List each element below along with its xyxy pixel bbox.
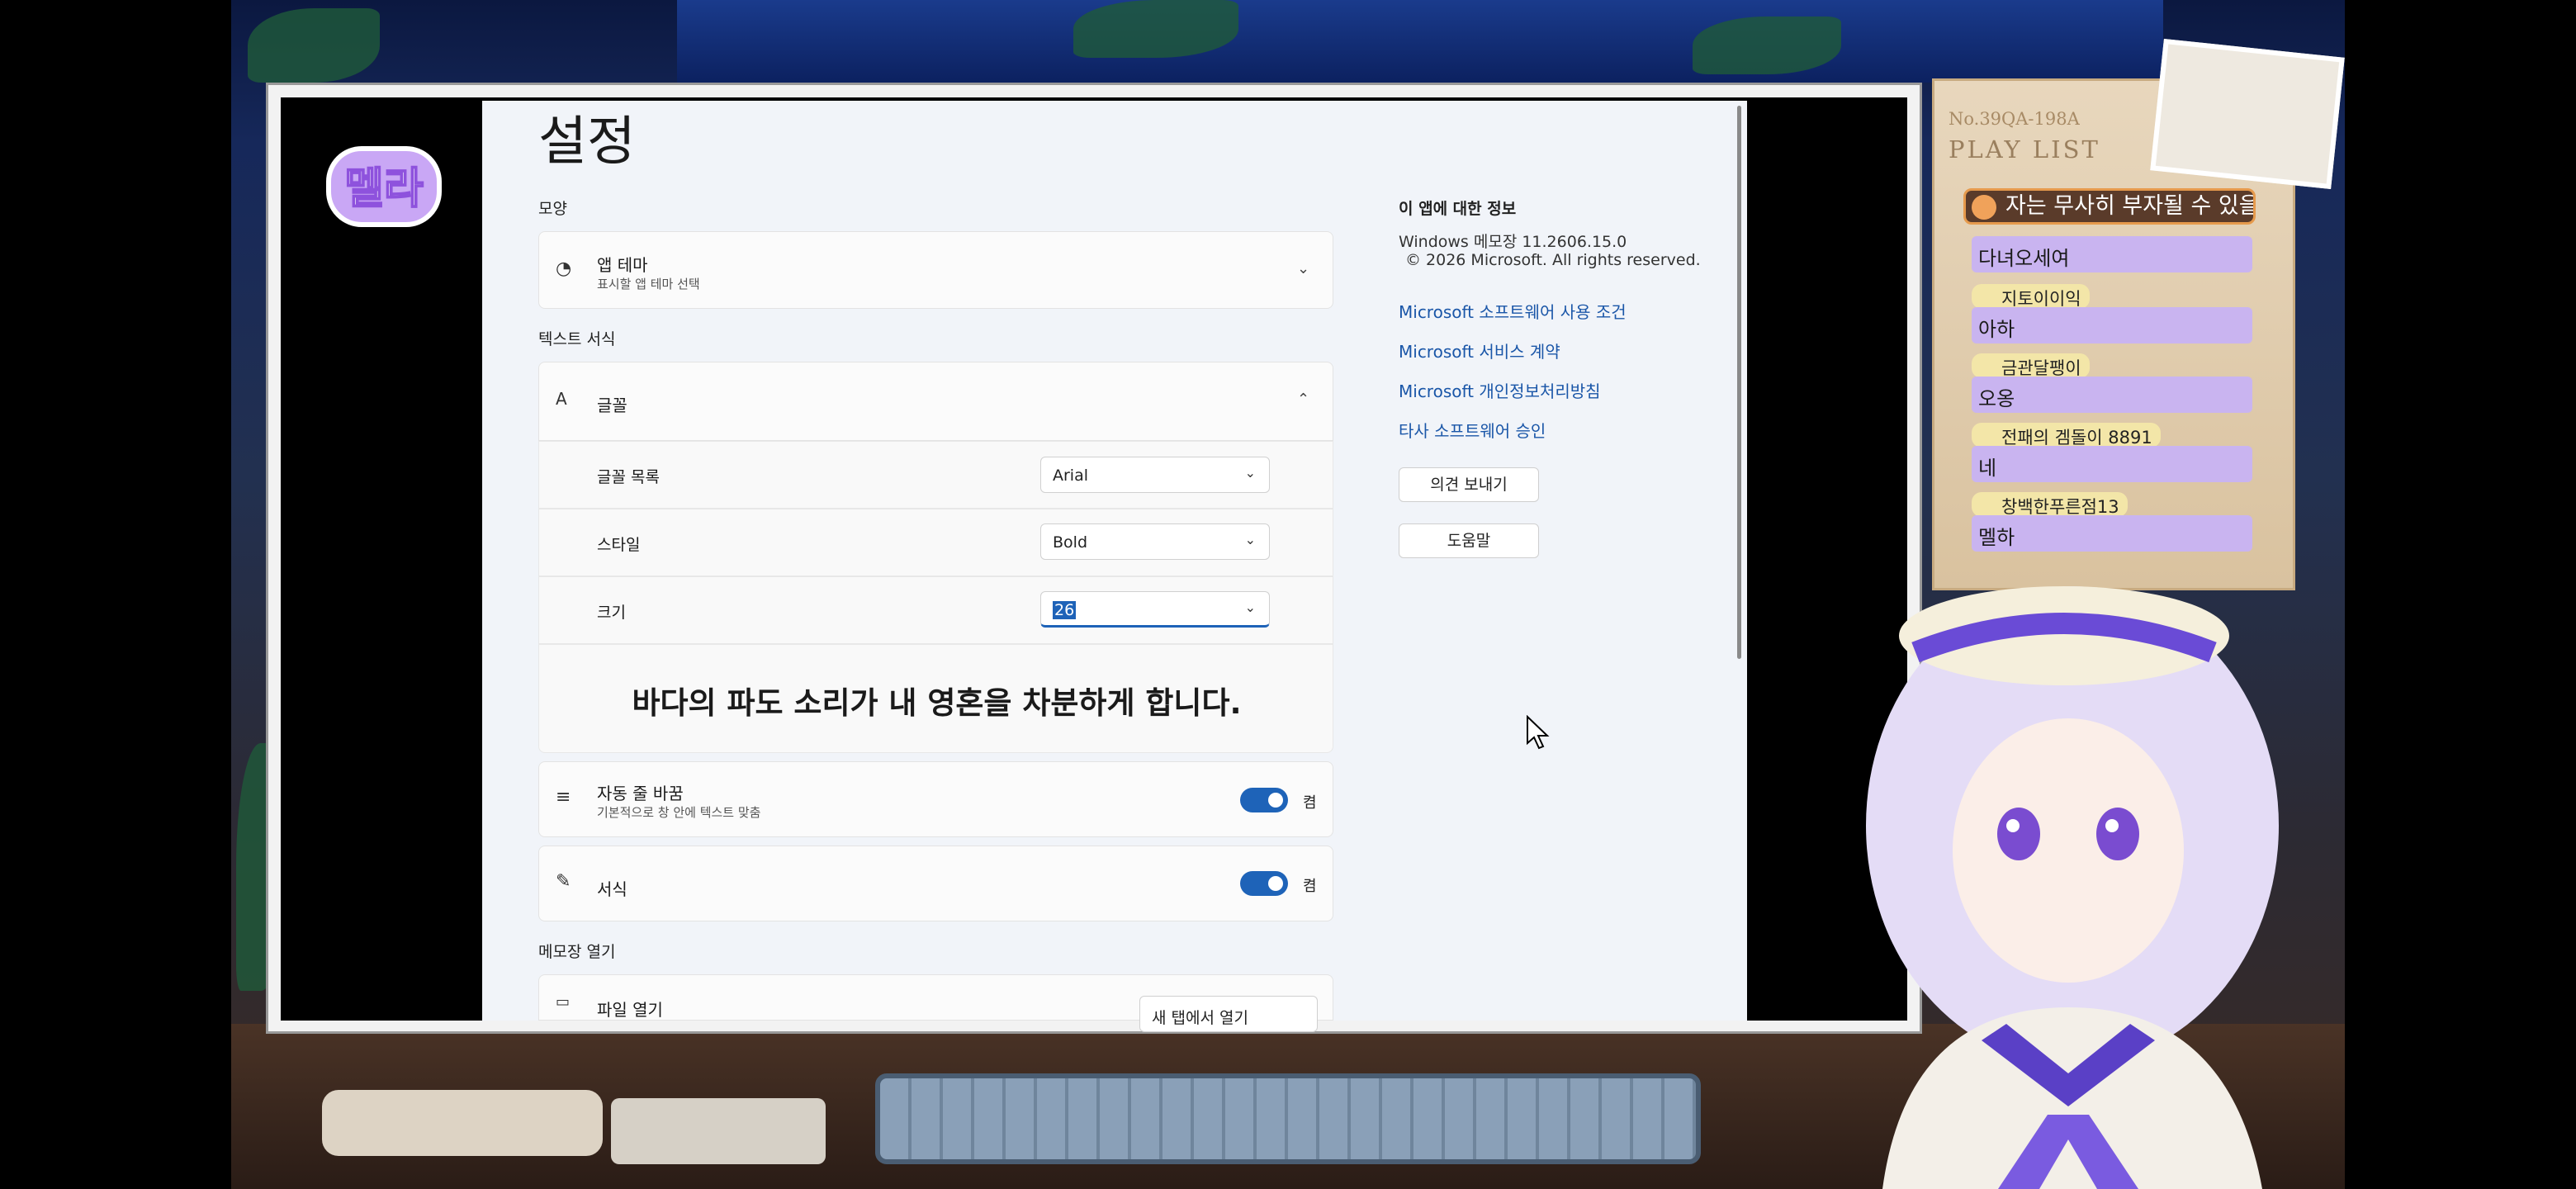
feedback-button[interactable]: 의견 보내기 <box>1399 467 1539 502</box>
font-family-label: 글꼴 목록 <box>597 468 660 486</box>
formatting-toggle[interactable] <box>1240 871 1288 896</box>
stream-screen: 멜라 설정 모양 ◔ 앱 테마 표시할 앱 테마 선택 ⌄ 텍스트 서식 A 글… <box>0 0 2576 1189</box>
help-button[interactable]: 도움말 <box>1399 523 1539 558</box>
word-wrap-toggle[interactable] <box>1240 788 1288 812</box>
plant-leaves <box>1693 17 1841 74</box>
appearance-label: 모양 <box>538 200 567 218</box>
logo-text: 멜라 <box>344 164 424 214</box>
playlist-title: PLAY LIST <box>1949 135 2100 163</box>
chat-message: 오옹 <box>1972 377 2252 413</box>
link-privacy-policy[interactable]: Microsoft 개인정보처리방침 <box>1399 378 1601 402</box>
word-wrap-state: 켬 <box>1303 794 1317 812</box>
word-wrap-subtitle: 기본적으로 창 안에 텍스트 맞춤 <box>597 805 761 820</box>
word-wrap-title: 자동 줄 바꿈 <box>597 784 684 803</box>
chevron-down-icon: ⌄ <box>1244 532 1256 547</box>
playlist-number: No.39QA-198A <box>1949 109 2080 129</box>
font-family-value: Arial <box>1053 467 1089 485</box>
font-card[interactable]: A 글꼴 ⌃ <box>538 362 1333 441</box>
font-preview-text: 바다의 파도 소리가 내 영혼을 차분하게 합니다. <box>632 685 1242 721</box>
chat-message: 아하 <box>1972 307 2252 343</box>
plant-leaves <box>248 8 380 83</box>
app-version: Windows 메모장 11.2606.15.0 <box>1399 233 1627 251</box>
open-file-title: 파일 열기 <box>597 1000 663 1020</box>
font-icon: A <box>556 389 567 409</box>
formatting-state: 켬 <box>1303 878 1317 895</box>
now-playing: 자는 무사히 부자될 수 있을 <box>1963 188 2256 225</box>
chat-username: 지토이이익 <box>1972 284 2090 309</box>
streamer-logo: 멜라 <box>326 146 442 227</box>
copyright: © 2026 Microsoft. All rights reserved. <box>1405 251 1701 269</box>
chevron-down-icon: ⌄ <box>1244 599 1256 615</box>
font-size-value[interactable]: 26 <box>1053 601 1077 619</box>
formatting-card: ✎ 서식 <box>538 846 1333 921</box>
formatting-title: 서식 <box>597 879 627 899</box>
font-size-label: 크기 <box>597 604 626 622</box>
page-title: 설정 <box>538 111 636 173</box>
chat-username: 금관달팽이 <box>1972 353 2090 378</box>
format-icon: ✎ <box>556 871 571 892</box>
about-title: 이 앱에 대한 정보 <box>1399 200 1517 218</box>
chat-username: 창백한푸른점13 <box>1972 492 2128 517</box>
font-preview: 바다의 파도 소리가 내 영혼을 차분하게 합니다. <box>538 644 1333 753</box>
font-style-dropdown[interactable]: Bold ⌄ <box>1040 523 1270 560</box>
word-wrap-card: ≡ 자동 줄 바꿈 기본적으로 창 안에 텍스트 맞춤 <box>538 761 1333 837</box>
open-file-value: 새 탭에서 열기 <box>1152 1009 1248 1027</box>
night-sky-window <box>677 0 2163 83</box>
link-service-agreement[interactable]: Microsoft 서비스 계약 <box>1399 339 1560 362</box>
font-title: 글꼴 <box>597 396 627 415</box>
chevron-up-icon[interactable]: ⌃ <box>1297 391 1309 408</box>
link-software-terms[interactable]: Microsoft 소프트웨어 사용 조건 <box>1399 299 1627 323</box>
scrollbar[interactable] <box>1737 106 1741 659</box>
chevron-down-icon[interactable]: ⌄ <box>1297 260 1309 277</box>
file-open-icon: ▭ <box>556 993 571 1011</box>
plant-leaves <box>1073 0 1238 58</box>
font-family-dropdown[interactable]: Arial ⌄ <box>1040 457 1270 493</box>
open-file-dropdown[interactable]: 새 탭에서 열기 <box>1139 996 1318 1032</box>
font-style-value: Bold <box>1053 533 1087 552</box>
gamepad-prop <box>322 1090 603 1156</box>
font-size-combobox[interactable]: 26 ⌄ <box>1040 591 1270 628</box>
text-format-label: 텍스트 서식 <box>538 330 616 348</box>
chevron-down-icon: ⌄ <box>1244 465 1256 481</box>
vtuber-avatar <box>1866 586 2279 1189</box>
wrap-icon: ≡ <box>556 787 571 808</box>
keyboard-prop <box>875 1073 1701 1164</box>
app-theme-subtitle: 표시할 앱 테마 선택 <box>597 277 700 291</box>
chat-username: 전패의 겜돌이 8891 <box>1972 423 2161 448</box>
open-notepad-label: 메모장 열기 <box>538 943 616 961</box>
chat-message: 다녀오세여 <box>1972 236 2252 272</box>
photo-prop <box>2150 38 2345 190</box>
app-theme-title: 앱 테마 <box>597 255 648 275</box>
font-style-label: 스타일 <box>597 536 641 554</box>
app-theme-card[interactable]: ◔ 앱 테마 표시할 앱 테마 선택 ⌄ <box>538 231 1333 309</box>
link-third-party[interactable]: 타사 소프트웨어 승인 <box>1399 418 1546 442</box>
handheld-console-prop <box>611 1098 826 1164</box>
chat-message: 멜하 <box>1972 515 2252 552</box>
mouse-cursor-icon <box>1527 715 1550 750</box>
music-icon <box>1972 195 1996 220</box>
chat-message: 네 <box>1972 446 2252 482</box>
palette-icon: ◔ <box>556 258 572 279</box>
